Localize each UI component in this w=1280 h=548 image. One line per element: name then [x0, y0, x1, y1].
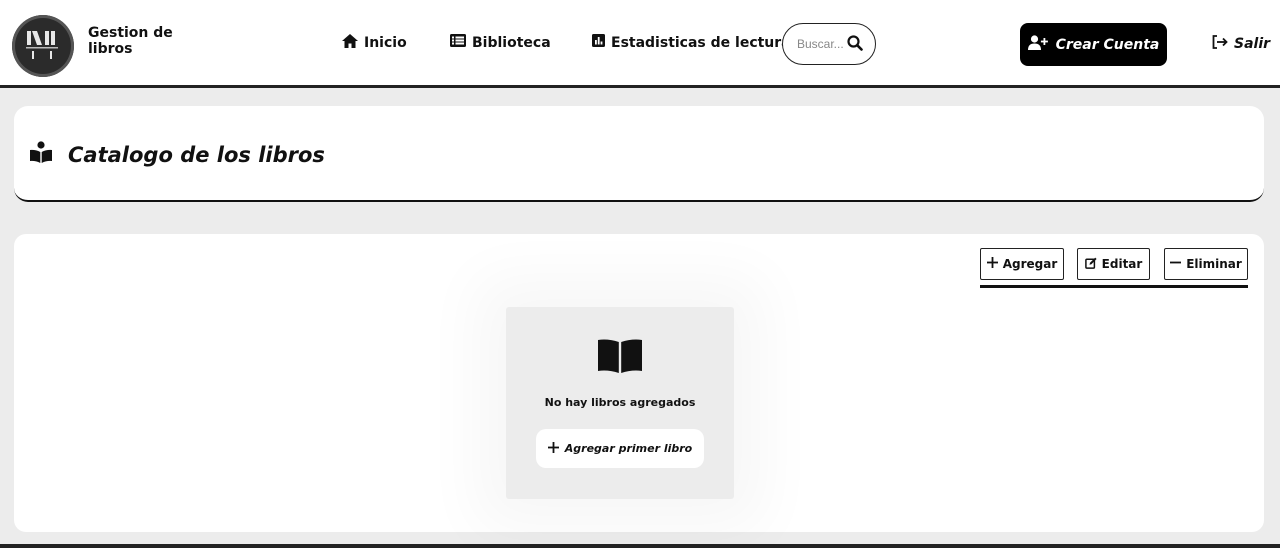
- brand-title: Gestion de libros: [88, 25, 173, 57]
- home-icon: [342, 34, 358, 52]
- nav-inicio[interactable]: Inicio: [342, 34, 407, 52]
- add-first-book-label: Agregar primer libro: [564, 442, 693, 455]
- logout-icon: [1212, 35, 1228, 53]
- empty-state: No hay libros agregados Agregar primer l…: [506, 307, 734, 499]
- create-account-label: Crear Cuenta: [1055, 36, 1160, 53]
- edit-icon: [1084, 257, 1097, 272]
- top-header: Gestion de libros Inicio Biblioteca Esta…: [0, 0, 1280, 88]
- empty-message: No hay libros agregados: [544, 396, 696, 409]
- nav-biblioteca-label: Biblioteca: [472, 34, 551, 51]
- nav-estadisticas-label: Estadisticas de lectura: [611, 34, 791, 51]
- chart-icon: [592, 34, 605, 51]
- page-title-card: Catalogo de los libros: [14, 106, 1264, 202]
- catalog-toolbar: Agregar Editar Eliminar: [980, 248, 1248, 288]
- page-title: Catalogo de los libros: [68, 143, 325, 167]
- bottom-divider: [0, 544, 1280, 548]
- library-logo-icon[interactable]: [12, 15, 74, 77]
- nav-biblioteca[interactable]: Biblioteca: [450, 34, 551, 51]
- add-button[interactable]: Agregar: [980, 248, 1064, 280]
- search-icon[interactable]: [847, 35, 863, 56]
- list-icon: [450, 34, 466, 51]
- plus-icon: [986, 257, 998, 271]
- search-box[interactable]: [782, 23, 876, 65]
- edit-button[interactable]: Editar: [1077, 248, 1150, 280]
- user-plus-icon: [1027, 35, 1048, 54]
- logout-button[interactable]: Salir: [1212, 35, 1270, 53]
- logout-label: Salir: [1234, 36, 1271, 52]
- open-book-icon: [598, 339, 642, 378]
- minus-icon: [1170, 257, 1182, 271]
- add-label: Agregar: [1002, 257, 1058, 271]
- delete-button[interactable]: Eliminar: [1164, 248, 1248, 280]
- add-first-book-button[interactable]: Agregar primer libro: [536, 429, 704, 468]
- plus-icon: [547, 441, 559, 456]
- search-input[interactable]: [797, 37, 851, 51]
- book-reader-icon: [30, 141, 52, 168]
- delete-label: Eliminar: [1186, 257, 1242, 271]
- catalog-panel: Agregar Editar Eliminar No hay libros ag…: [14, 234, 1264, 532]
- create-account-button[interactable]: Crear Cuenta: [1020, 23, 1167, 66]
- nav-estadisticas[interactable]: Estadisticas de lectura: [592, 34, 791, 51]
- edit-label: Editar: [1101, 257, 1143, 271]
- nav-inicio-label: Inicio: [364, 35, 407, 51]
